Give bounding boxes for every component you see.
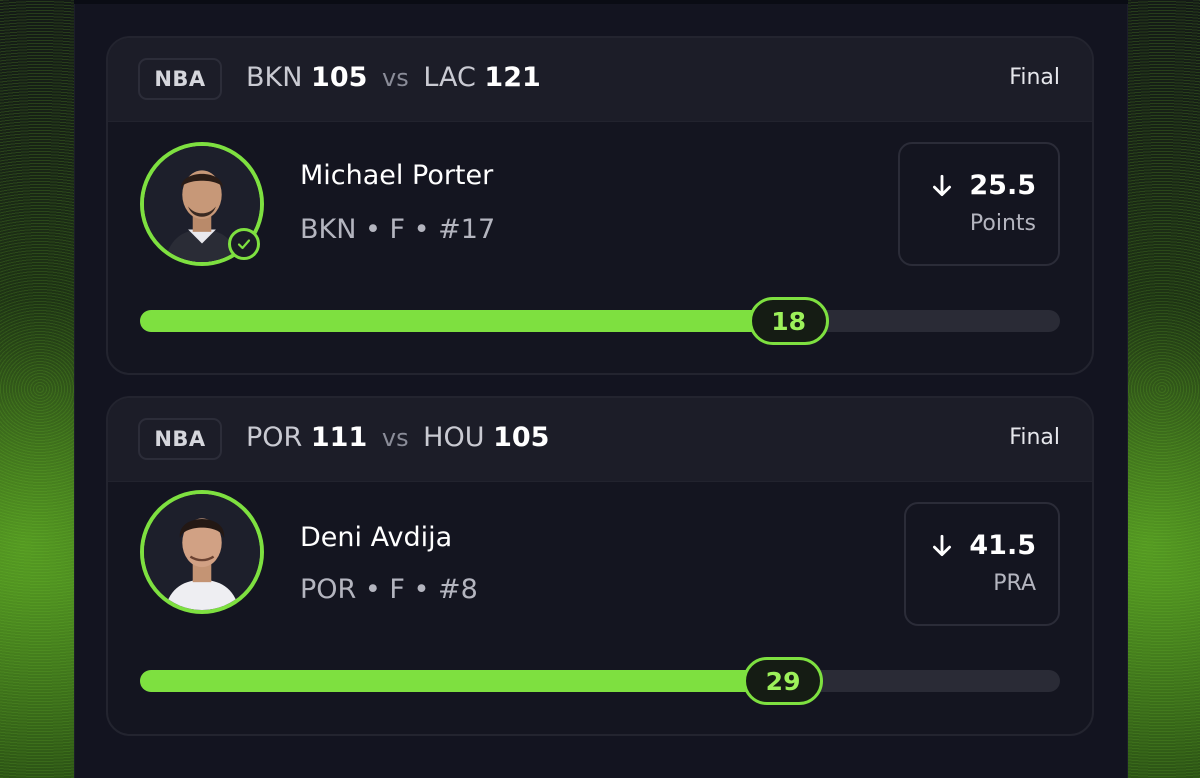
- league-badge: NBA: [138, 58, 222, 100]
- card-header: NBA POR 111 vs HOU 105 Final: [108, 398, 1092, 482]
- team-a: BKN: [246, 62, 303, 93]
- score-b: 105: [493, 422, 550, 453]
- score-b: 121: [484, 62, 541, 93]
- line-stat: Points: [969, 211, 1036, 236]
- team-b: HOU: [423, 422, 485, 453]
- progress-fill: [140, 670, 784, 692]
- prop-line-box: 41.5 PRA: [904, 502, 1060, 626]
- pick-card[interactable]: NBA BKN 105 vs LAC 121 Final Michael Por…: [106, 36, 1094, 375]
- player-headshot-icon: [144, 494, 260, 610]
- pick-card[interactable]: NBA POR 111 vs HOU 105 Final Deni Avdija…: [106, 396, 1094, 736]
- panel-top-edge: [74, 0, 1128, 4]
- player-meta: POR • F • #8: [300, 574, 478, 605]
- line-stat: PRA: [993, 571, 1036, 596]
- line-value: 41.5: [969, 530, 1036, 561]
- matchup-score: POR 111 vs HOU 105: [246, 422, 549, 453]
- progress-fill: [140, 310, 789, 332]
- player-name: Deni Avdija: [300, 522, 453, 553]
- player-meta: BKN • F • #17: [300, 214, 496, 245]
- vs-label: vs: [381, 424, 409, 452]
- league-badge: NBA: [138, 418, 222, 460]
- player-name: Michael Porter: [300, 160, 494, 191]
- progress-marker: 29: [743, 657, 824, 705]
- matchup-score: BKN 105 vs LAC 121: [246, 62, 541, 93]
- card-header: NBA BKN 105 vs LAC 121 Final: [108, 38, 1092, 122]
- score-a: 111: [310, 422, 368, 453]
- arrow-down-icon: [933, 534, 952, 556]
- prop-line-box: 25.5 Points: [898, 142, 1060, 266]
- vs-label: vs: [382, 64, 409, 92]
- line-value: 25.5: [969, 170, 1036, 201]
- game-status: Final: [1009, 65, 1060, 90]
- player-avatar: [140, 490, 264, 614]
- team-b: LAC: [423, 62, 476, 93]
- progress-marker: 18: [748, 297, 829, 345]
- score-a: 105: [311, 62, 368, 93]
- team-a: POR: [246, 422, 303, 453]
- verified-check-icon: [228, 228, 260, 260]
- progress-track: 18: [140, 297, 1060, 345]
- game-status: Final: [1009, 425, 1060, 450]
- arrow-down-icon: [933, 174, 952, 196]
- background-left: [0, 0, 80, 778]
- progress-track: 29: [140, 657, 1060, 705]
- background-right: [1124, 0, 1200, 778]
